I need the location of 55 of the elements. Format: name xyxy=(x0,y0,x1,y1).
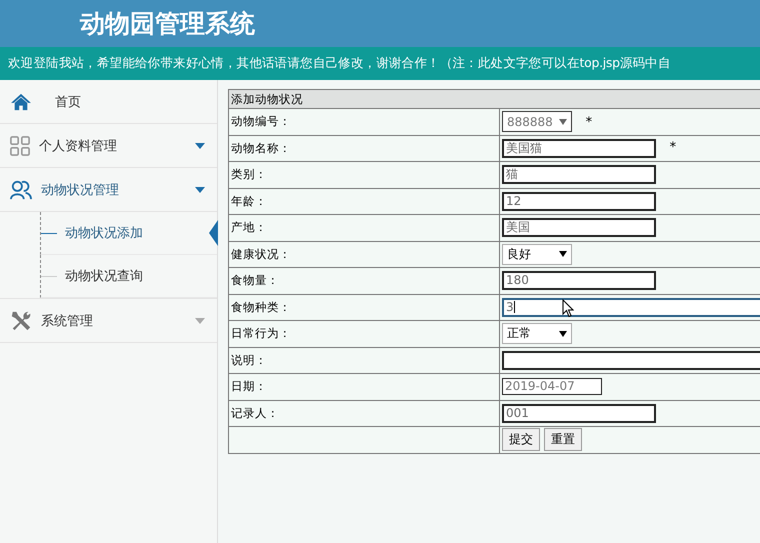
submenu-item[interactable]: 动物状况添加 xyxy=(40,212,217,255)
input-field[interactable]: 12 xyxy=(502,192,656,211)
mouse-cursor-icon xyxy=(562,298,574,318)
sidebar-item[interactable]: 个人资料管理 xyxy=(0,124,217,168)
field-label: 健康状况： xyxy=(231,246,291,261)
input-field[interactable]: 180 xyxy=(502,271,656,290)
required-mark: * xyxy=(670,140,676,156)
date-field[interactable]: 2019-04-07 xyxy=(502,378,602,396)
sidebar-item[interactable]: 动物状况管理 xyxy=(0,168,217,212)
input-field[interactable]: 美国猫 xyxy=(502,138,656,158)
sidebar-item[interactable]: 首页 xyxy=(0,80,217,124)
form-button[interactable]: 重置 xyxy=(544,428,582,452)
field-label: 类别： xyxy=(231,167,267,182)
field-label: 说明： xyxy=(231,352,267,367)
caret-icon xyxy=(195,318,205,324)
input-field[interactable]: 美国 xyxy=(502,218,656,238)
sidebar-label: 个人资料管理 xyxy=(39,138,118,154)
dropdown-arrow-icon xyxy=(559,251,567,258)
select-field[interactable]: 良好 xyxy=(502,244,572,265)
field-label: 动物名称： xyxy=(231,140,291,155)
select-field[interactable]: 888888 xyxy=(502,111,572,132)
field-label: 年龄： xyxy=(231,194,267,208)
required-mark: * xyxy=(586,114,592,130)
selection-pointer-icon xyxy=(209,220,218,246)
submenu-label: 动物状况查询 xyxy=(65,268,143,285)
input-field[interactable] xyxy=(502,350,760,370)
input-field[interactable]: 3 xyxy=(502,298,760,317)
users-icon xyxy=(10,180,32,200)
tools-icon xyxy=(10,310,32,332)
notice-text: 欢迎登陆我站，希望能给你带来好心情，其他话语请您自己修改，谢谢合作！（注：此处文字您可以在top.jsp源码中自 xyxy=(8,55,671,72)
home-icon xyxy=(10,92,32,110)
select-field[interactable]: 正常 xyxy=(502,323,572,344)
field-label: 产地： xyxy=(231,220,267,234)
sidebar-item[interactable]: 系统管理 xyxy=(0,299,217,343)
caret-icon xyxy=(195,186,205,192)
form-button[interactable]: 提交 xyxy=(502,428,540,452)
sidebar-label: 首页 xyxy=(54,94,82,110)
field-label: 记录人： xyxy=(231,406,279,420)
dropdown-arrow-icon xyxy=(559,330,567,337)
field-label: 食物种类： xyxy=(231,300,291,314)
field-label: 日常行为： xyxy=(231,326,291,340)
caret-icon xyxy=(195,142,205,148)
dropdown-arrow-icon xyxy=(559,118,567,125)
field-label: 食物量： xyxy=(231,273,279,288)
input-field[interactable]: 猫 xyxy=(502,165,656,184)
sidebar-label: 系统管理 xyxy=(41,312,94,330)
field-label: 动物编号： xyxy=(231,114,291,128)
field-label: 日期： xyxy=(231,379,267,394)
submenu-item[interactable]: 动物状况查询 xyxy=(40,255,217,298)
sidebar-label: 动物状况管理 xyxy=(41,182,120,198)
input-field[interactable]: 001 xyxy=(502,404,656,423)
submenu-label: 动物状况添加 xyxy=(65,225,143,242)
app-title: 动物园管理系统 xyxy=(80,8,255,40)
form-title: 添加动物状况 xyxy=(231,92,303,106)
grid-icon xyxy=(10,136,30,156)
